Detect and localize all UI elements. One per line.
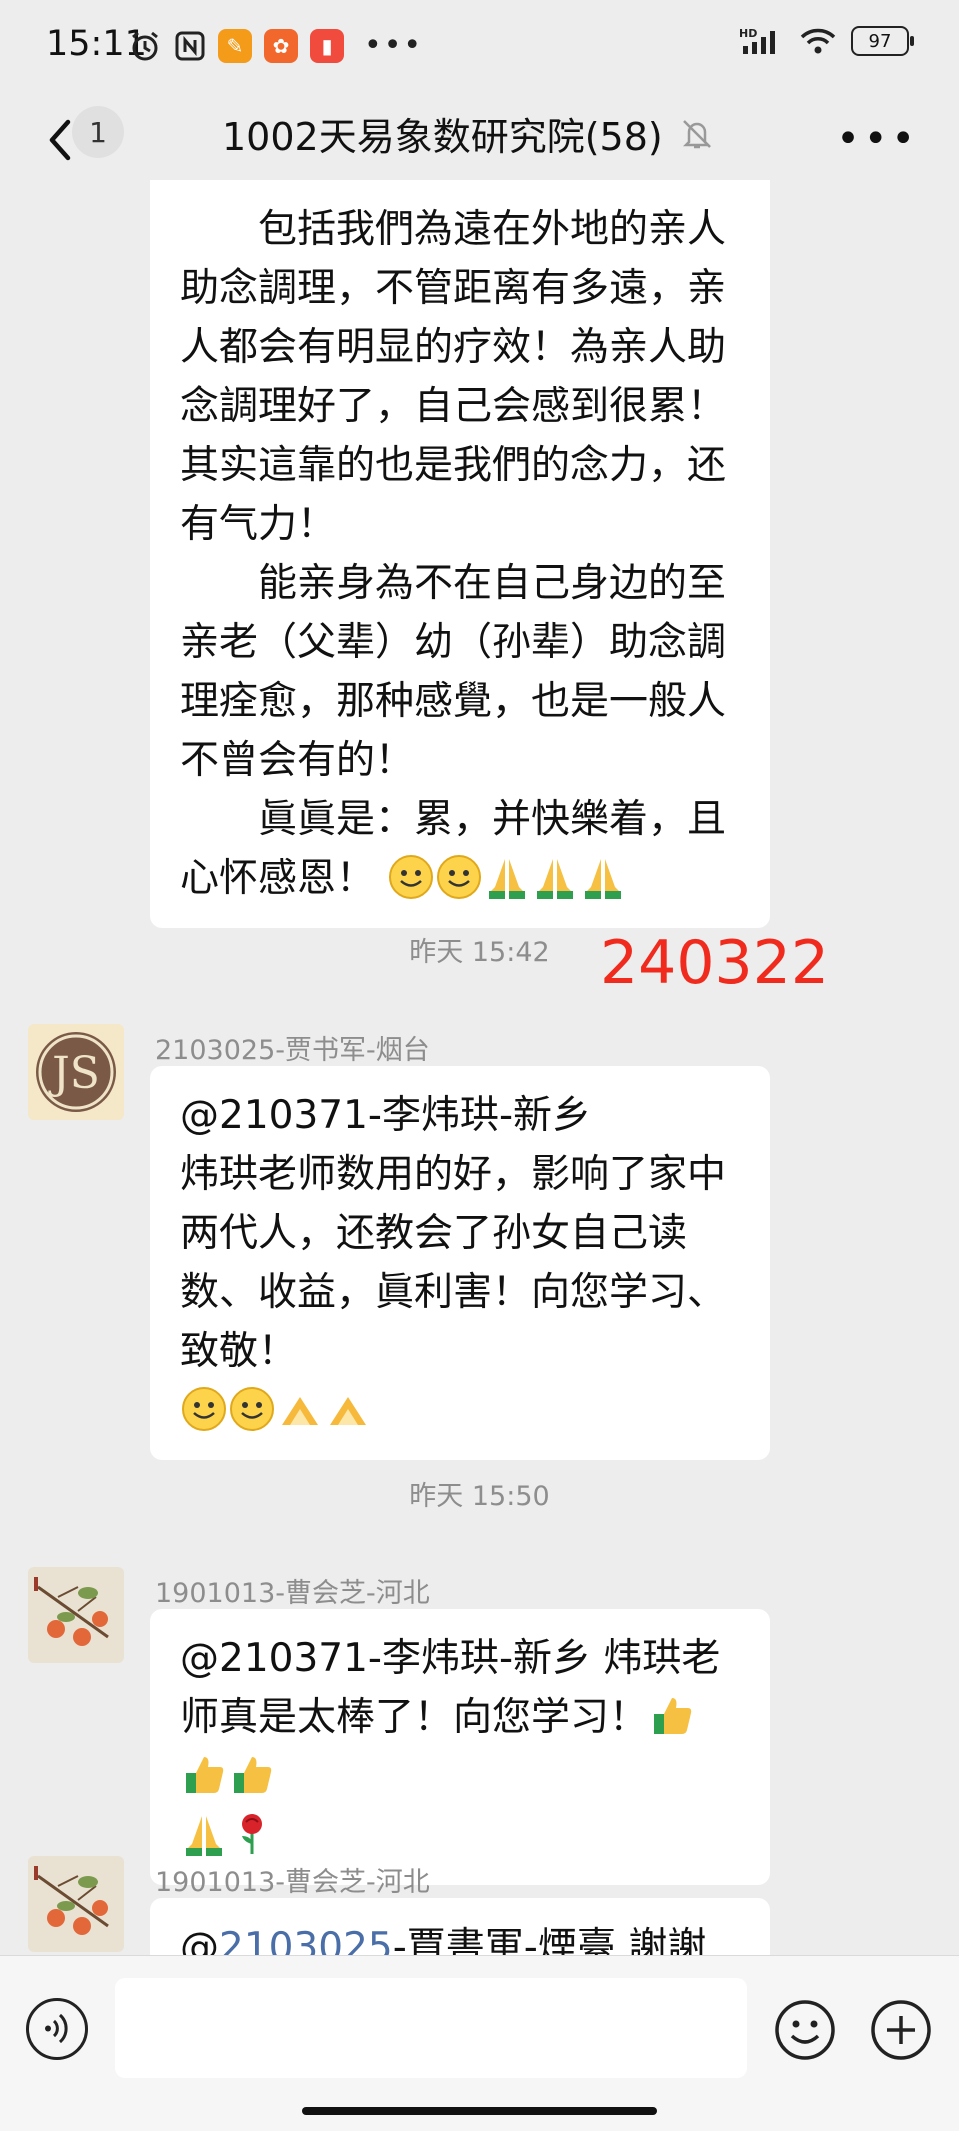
sender-name: 1901013-曹会芝-河北: [155, 1578, 430, 1609]
rose-emoji-icon: [242, 1814, 262, 1854]
pray-emoji-icon: [537, 859, 574, 899]
avatar-logo: JS: [36, 1032, 116, 1112]
thumbs-up-emoji-icon: [654, 1698, 692, 1734]
message-text: 眞眞是：累，并快樂着，且心怀感恩！: [180, 797, 727, 901]
message-text: @210371-李炜珙-新乡 炜珙老师真是太棒了！向您学习！: [180, 1629, 740, 1806]
more-dots-icon[interactable]: •••: [836, 116, 919, 162]
more-notifications-icon: •••: [364, 28, 424, 63]
app-notification-icon: ✿: [264, 28, 298, 63]
emoji-icon[interactable]: [773, 1998, 837, 2062]
voice-waves: [45, 2013, 68, 2044]
smile-emoji-icon: [182, 1387, 226, 1431]
message-text: 能亲身為不在自己身边的至亲老（父辈）幼（孙辈）助念調理痊愈，那种感覺，也是一般人…: [180, 561, 727, 783]
emoji-line: [180, 1806, 740, 1865]
svg-text:HD: HD: [739, 27, 757, 40]
ok-hand-emoji-icon: [330, 1397, 366, 1425]
svg-text:JS: JS: [48, 1048, 100, 1099]
avatar[interactable]: [28, 1567, 124, 1663]
chat-header: 1 1002天易象数研究院(58) •••: [0, 90, 959, 190]
home-indicator[interactable]: [302, 2107, 657, 2115]
emoji-line: [180, 1381, 740, 1440]
voice-icon[interactable]: [26, 1998, 88, 2060]
alarm-icon: [132, 31, 158, 60]
message-bubble[interactable]: @210371-李炜珙-新乡 炜珙老师数用的好，影响了家中两代人，还教会了孙女自…: [150, 1066, 770, 1460]
smile-emoji-icon: [230, 1387, 274, 1431]
bell-off-icon: [682, 119, 711, 148]
avatar-persimmon-painting: [34, 1577, 109, 1646]
pray-emoji-icon: [489, 859, 526, 899]
message-input[interactable]: [115, 1978, 747, 2078]
message-bubble[interactable]: 包括我們為遠在外地的亲人助念調理，不管距离有多遠，亲人都会有明显的疗效！為亲人助…: [150, 180, 770, 928]
message-text: 炜珙老师数用的好，影响了家中两代人，还教会了孙女自己读数、收益，眞利害！向您学习…: [180, 1152, 727, 1374]
status-bar: 15:11 ✎ ✿ ▮ ••• HD 97: [0, 0, 959, 90]
unread-badge[interactable]: 1: [72, 106, 124, 158]
date-stamp: 240322: [600, 928, 830, 998]
notification-icons: ✎ ✿ ▮ •••: [128, 28, 423, 63]
ok-hand-emoji-icon: [282, 1397, 318, 1425]
message-text: 包括我們為遠在外地的亲人助念調理，不管距离有多遠，亲人都会有明显的疗效！為亲人助…: [180, 207, 727, 547]
avatar[interactable]: [28, 1856, 124, 1952]
sender-name: 2103025-贾书军-烟台: [155, 1035, 430, 1066]
chat-title: 1002天易象数研究院(58): [222, 115, 663, 159]
app-notification-icon: ▮: [310, 28, 344, 63]
status-right: HD 97: [739, 26, 914, 56]
chat-title-group[interactable]: 1002天易象数研究院(58): [222, 106, 715, 161]
timestamp-separator: 昨天 15:50: [409, 1481, 550, 1512]
message-bubble[interactable]: @210371-李炜珙-新乡 炜珙老师真是太棒了！向您学习！: [150, 1609, 770, 1885]
app-notification-icon: ✎: [218, 28, 252, 63]
battery-icon: 97: [851, 26, 914, 56]
mention-line: @210371-李炜珙-新乡: [180, 1093, 592, 1138]
signal-icon: HD: [739, 27, 775, 54]
smile-emoji-icon: [437, 855, 482, 899]
thumbs-up-emoji-icon: [186, 1757, 224, 1793]
avatar[interactable]: JS: [28, 1024, 124, 1120]
pray-emoji-icon: [186, 1816, 222, 1856]
smile-emoji-icon: [389, 855, 434, 899]
plus-icon[interactable]: [869, 1998, 933, 2062]
avatar-persimmon-painting: [34, 1866, 109, 1935]
sender-name: 1901013-曹会芝-河北: [155, 1867, 430, 1898]
nfc-icon: [175, 31, 205, 60]
pray-emoji-icon: [585, 859, 622, 899]
thumbs-up-emoji-icon: [234, 1757, 272, 1793]
wifi-icon: [800, 28, 836, 54]
input-bar: [0, 1955, 959, 2131]
